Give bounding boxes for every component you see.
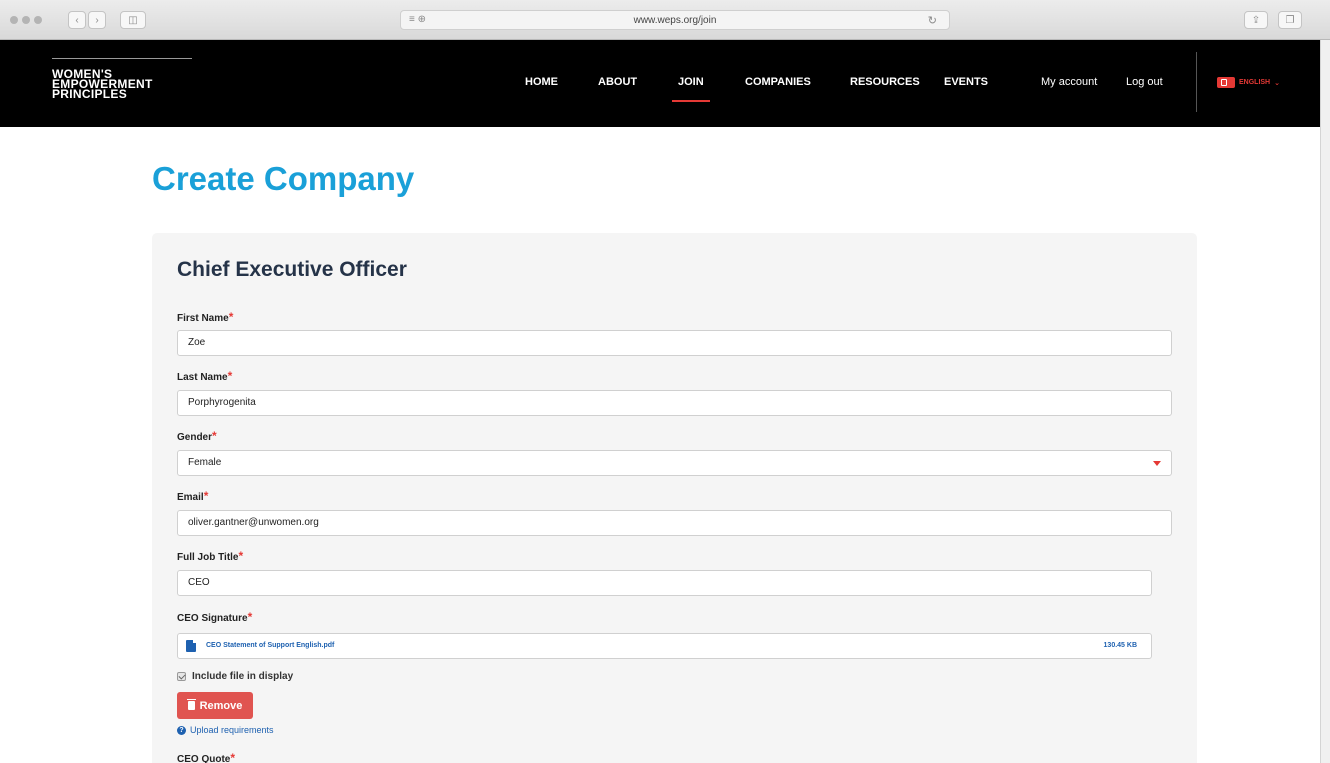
file-icon: [186, 640, 196, 652]
nav-companies[interactable]: COMPANIES: [745, 76, 811, 88]
required-marker: *: [227, 369, 233, 383]
back-button[interactable]: ‹: [68, 11, 86, 29]
last-name-input[interactable]: Porphyrogenita: [177, 390, 1172, 416]
forward-button[interactable]: ›: [88, 11, 106, 29]
minimize-window-icon[interactable]: [22, 16, 30, 24]
zoom-window-icon[interactable]: [34, 16, 42, 24]
required-marker: *: [238, 549, 244, 563]
email-input[interactable]: oliver.gantner@unwomen.org: [177, 510, 1172, 536]
nav-about[interactable]: ABOUT: [598, 76, 637, 88]
share-icon: ⇪: [1251, 14, 1261, 26]
url-text: www.weps.org/join: [633, 15, 717, 26]
gender-select[interactable]: Female: [177, 450, 1172, 476]
language-icon: [1217, 77, 1235, 88]
upload-requirements-link[interactable]: ? Upload requirements: [177, 725, 274, 735]
tabs-icon: ❐: [1285, 14, 1295, 26]
logo-line: PRINCIPLES: [52, 87, 128, 101]
include-file-option[interactable]: Include file in display: [177, 671, 293, 682]
nav-home[interactable]: HOME: [525, 76, 558, 88]
required-marker: *: [228, 310, 234, 324]
include-file-checkbox[interactable]: [177, 672, 186, 681]
required-marker: *: [212, 429, 217, 443]
include-file-label: Include file in display: [192, 671, 294, 682]
label-text: Email: [177, 492, 204, 503]
nav-divider: [1196, 52, 1197, 112]
sidebar-icon: ◫: [128, 14, 138, 26]
label-text: First Name: [177, 313, 229, 324]
file-size: 130.45 KB: [1103, 642, 1137, 649]
nav-join[interactable]: JOIN: [672, 76, 710, 102]
share-button[interactable]: ⇪: [1244, 11, 1268, 29]
last-name-label: Last Name*: [177, 369, 232, 383]
nav-events[interactable]: EVENTS: [944, 76, 988, 88]
info-icon: ?: [177, 725, 186, 735]
site-logo[interactable]: WOMEN'S EMPOWERMENT PRINCIPLES: [52, 58, 192, 101]
language-label: ENGLISH: [1239, 79, 1271, 86]
window-controls[interactable]: [10, 16, 42, 24]
nav-my-account[interactable]: My account: [1041, 76, 1097, 88]
nav-resources[interactable]: RESOURCES: [850, 76, 920, 88]
ceo-signature-label: CEO Signature*: [177, 610, 252, 624]
label-text: Last Name: [177, 372, 228, 383]
ceo-quote-label: CEO Quote*: [177, 751, 235, 763]
label-text: CEO Signature: [177, 613, 248, 624]
remove-file-button[interactable]: Remove: [177, 692, 253, 719]
select-arrow-icon: [1153, 461, 1161, 466]
required-marker: *: [203, 489, 209, 503]
label-text: CEO Quote: [177, 754, 231, 763]
browser-toolbar: ‹ › ◫ ≡ ⊕ www.weps.org/join ↻ ⇪ ❐: [0, 0, 1330, 40]
reload-icon[interactable]: ↻: [928, 14, 937, 27]
chevron-right-icon: ›: [95, 14, 99, 26]
first-name-label: First Name*: [177, 310, 233, 324]
nav-log-out[interactable]: Log out: [1126, 76, 1163, 88]
close-window-icon[interactable]: [10, 16, 18, 24]
uploaded-file-link[interactable]: CEO Statement of Support English.pdf: [206, 642, 334, 649]
job-title-input[interactable]: CEO: [177, 570, 1152, 596]
gender-label: Gender*: [177, 429, 217, 443]
label-text: Full Job Title: [177, 552, 239, 563]
ceo-form-card: Chief Executive Officer First Name* Zoe …: [152, 233, 1197, 763]
gender-select-value: Female: [188, 457, 222, 468]
section-title: Chief Executive Officer: [177, 258, 407, 281]
remove-button-label: Remove: [199, 699, 243, 712]
address-bar[interactable]: ≡ ⊕ www.weps.org/join ↻: [400, 10, 950, 30]
page-title: Create Company: [152, 160, 415, 197]
upload-requirements-label: Upload requirements: [190, 725, 274, 735]
trash-icon: [186, 699, 196, 710]
uploaded-file-row: CEO Statement of Support English.pdf 130…: [177, 633, 1152, 659]
site-header: WOMEN'S EMPOWERMENT PRINCIPLES HOME ABOU…: [0, 40, 1320, 127]
page-scrollbar[interactable]: [1320, 40, 1330, 763]
tabs-button[interactable]: ❐: [1278, 11, 1302, 29]
email-label: Email*: [177, 489, 208, 503]
language-selector[interactable]: ENGLISH ⌄: [1217, 77, 1280, 88]
sidebar-button[interactable]: ◫: [120, 11, 146, 29]
label-text: Gender: [177, 432, 213, 443]
job-title-label: Full Job Title*: [177, 549, 243, 563]
required-marker: *: [230, 751, 236, 763]
first-name-input[interactable]: Zoe: [177, 330, 1172, 356]
chevron-left-icon: ‹: [75, 14, 79, 26]
required-marker: *: [247, 610, 253, 624]
chevron-down-icon: ⌄: [1274, 79, 1280, 87]
